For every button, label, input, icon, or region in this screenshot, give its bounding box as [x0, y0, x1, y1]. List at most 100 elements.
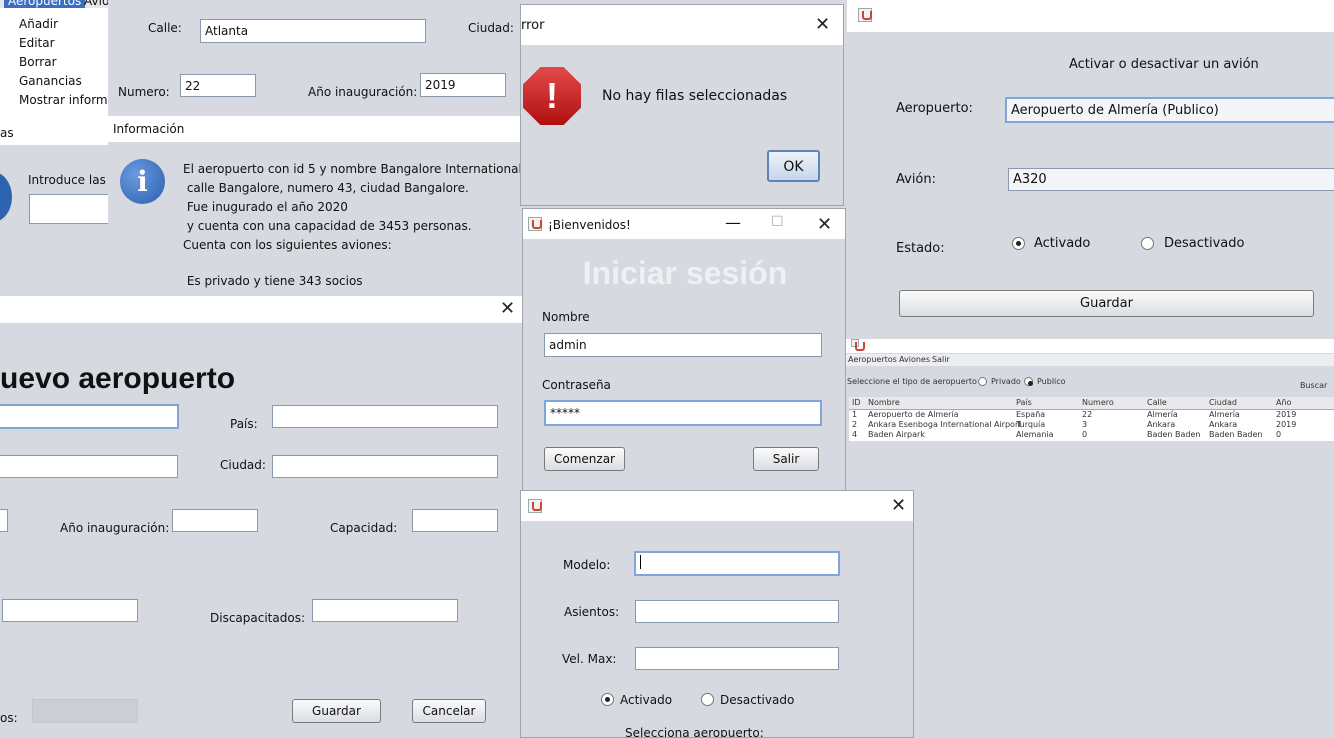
java-icon	[528, 217, 542, 231]
error-title: rror	[521, 18, 545, 33]
numero-field[interactable]	[0, 509, 8, 532]
ganancias-title: as	[0, 126, 14, 140]
nombre-field[interactable]: admin	[544, 333, 822, 357]
buscar-button[interactable]: Buscar	[1300, 381, 1327, 390]
col-calle[interactable]: Calle	[1147, 398, 1167, 407]
radio-desactivado[interactable]	[701, 693, 714, 706]
table-row[interactable]: 2 Ankara Esenboga International Airport …	[849, 420, 1334, 430]
info-line: y cuenta con una capacidad de 3453 perso…	[183, 219, 472, 233]
col-anio[interactable]: Año	[1276, 398, 1291, 407]
menu-aeropuertos[interactable]: Aeropuertos	[4, 0, 86, 8]
selecciona-label: Selecciona aeropuerto:	[625, 726, 764, 738]
menu-aviones[interactable]: Avio	[84, 0, 109, 8]
minimize-icon[interactable]: —	[725, 213, 741, 232]
menu-item-borrar[interactable]: Borrar	[19, 55, 57, 69]
activado-label: Activado	[1034, 236, 1091, 251]
cell: 2	[852, 420, 858, 429]
anio-field[interactable]: 2019	[420, 73, 506, 97]
asientos-label: Asientos:	[564, 605, 620, 619]
aeropuerto-select[interactable]: Aeropuerto de Almería (Publico)	[1005, 97, 1334, 123]
avion-label: Avión:	[896, 172, 937, 187]
radio-privado[interactable]	[978, 377, 987, 386]
airports-table-window: Aeropuertos Aviones Salir Seleccione el …	[845, 339, 1334, 738]
text-cursor	[640, 555, 641, 569]
cell: 1	[852, 410, 858, 419]
numero-label: Numero:	[118, 85, 170, 99]
col-pais[interactable]: País	[1016, 398, 1032, 407]
radio-publico[interactable]	[1024, 377, 1033, 386]
info-icon	[0, 172, 12, 222]
cut-label: os:	[0, 711, 18, 725]
menu-item-anadir[interactable]: Añadir	[19, 17, 58, 31]
page-title: Activar o desactivar un avión	[1069, 57, 1259, 72]
privado-label: Privado	[991, 377, 1021, 386]
modelo-field[interactable]	[634, 551, 840, 576]
comenzar-button[interactable]: Comenzar	[544, 447, 625, 471]
cell: España	[1016, 410, 1046, 419]
close-icon[interactable]: ✕	[817, 216, 832, 234]
socios-field[interactable]	[2, 599, 138, 622]
publico-label: Publico	[1037, 377, 1066, 386]
anio-field[interactable]	[172, 509, 258, 532]
col-nombre[interactable]: Nombre	[868, 398, 900, 407]
close-icon[interactable]: ✕	[891, 497, 906, 515]
calle-field[interactable]	[0, 455, 178, 478]
cell: 3	[1082, 420, 1088, 429]
table-header: ID Nombre País Numero Calle Ciudad Año	[849, 397, 1334, 410]
avion-select[interactable]: A320	[1008, 168, 1334, 191]
cell: Ankara	[1147, 420, 1176, 429]
velmax-label: Vel. Max:	[562, 652, 617, 666]
info-line	[183, 255, 524, 272]
discapacitados-label: Discapacitados:	[210, 611, 305, 625]
radio-desactivado[interactable]	[1141, 237, 1154, 250]
menu-item-mostrar[interactable]: Mostrar informa	[19, 93, 112, 107]
java-icon	[528, 499, 542, 513]
info-line: Cuenta con los siguientes aviones:	[183, 238, 392, 252]
anio-label: Año inauguración:	[60, 521, 170, 535]
col-numero[interactable]: Numero	[1082, 398, 1114, 407]
menu-salir[interactable]: Salir	[932, 355, 950, 364]
cell: Turquía	[1016, 420, 1046, 429]
info-line: calle Bangalore, numero 43, ciudad Banga…	[183, 181, 469, 195]
ganancias-prompt: Introduce las ga	[28, 173, 120, 187]
menu-item-ganancias[interactable]: Ganancias	[19, 74, 82, 88]
edit-airport-window: Calle: Atlanta Ciudad: Numero: 22 Año in…	[108, 0, 524, 118]
activado-label: Activado	[620, 693, 673, 707]
close-icon[interactable]: ✕	[815, 16, 830, 34]
menu-aeropuertos[interactable]: Aeropuertos	[848, 355, 897, 364]
maximize-icon[interactable]: ☐	[771, 214, 784, 230]
cell: 2019	[1276, 410, 1297, 419]
menu-item-editar[interactable]: Editar	[19, 36, 55, 50]
col-ciudad[interactable]: Ciudad	[1209, 398, 1237, 407]
asientos-field[interactable]	[635, 600, 839, 623]
numero-field[interactable]: 22	[180, 74, 256, 97]
guardar-button[interactable]: Guardar	[292, 699, 381, 723]
nombre-field[interactable]	[0, 404, 179, 429]
pais-field[interactable]	[272, 405, 498, 428]
nombre-label: Nombre	[542, 310, 590, 324]
cancelar-button[interactable]: Cancelar	[412, 699, 486, 723]
col-id[interactable]: ID	[852, 398, 861, 407]
salir-button[interactable]: Salir	[753, 447, 819, 471]
close-icon[interactable]: ✕	[500, 300, 515, 318]
radio-activado[interactable]	[601, 693, 614, 706]
login-title: ¡Bienvenidos!	[548, 218, 631, 232]
menu-aviones[interactable]: Aviones	[899, 355, 930, 364]
discapacitados-field[interactable]	[312, 599, 458, 622]
airport-menu-window: Aeropuertos Avio Añadir Editar Borrar Ga…	[0, 0, 112, 118]
ok-button[interactable]: OK	[767, 150, 820, 182]
velmax-field[interactable]	[635, 647, 839, 670]
table-row[interactable]: 1 Aeropuerto de Almería España 22 Almerí…	[849, 410, 1334, 420]
anio-label: Año inauguración:	[308, 85, 418, 99]
table-row[interactable]: 4 Baden Airpark Alemania 0 Baden Baden B…	[849, 430, 1334, 440]
ciudad-label: Ciudad:	[468, 21, 514, 35]
contrasena-field[interactable]: *****	[544, 400, 822, 426]
modelo-label: Modelo:	[563, 558, 611, 572]
guardar-button[interactable]: Guardar	[899, 290, 1314, 317]
capacidad-field[interactable]	[412, 509, 498, 532]
ganancias-input[interactable]	[29, 194, 119, 224]
cell: 2019	[1276, 420, 1297, 429]
radio-activado[interactable]	[1012, 237, 1025, 250]
ciudad-field[interactable]	[272, 455, 498, 478]
calle-field[interactable]: Atlanta	[200, 19, 426, 43]
